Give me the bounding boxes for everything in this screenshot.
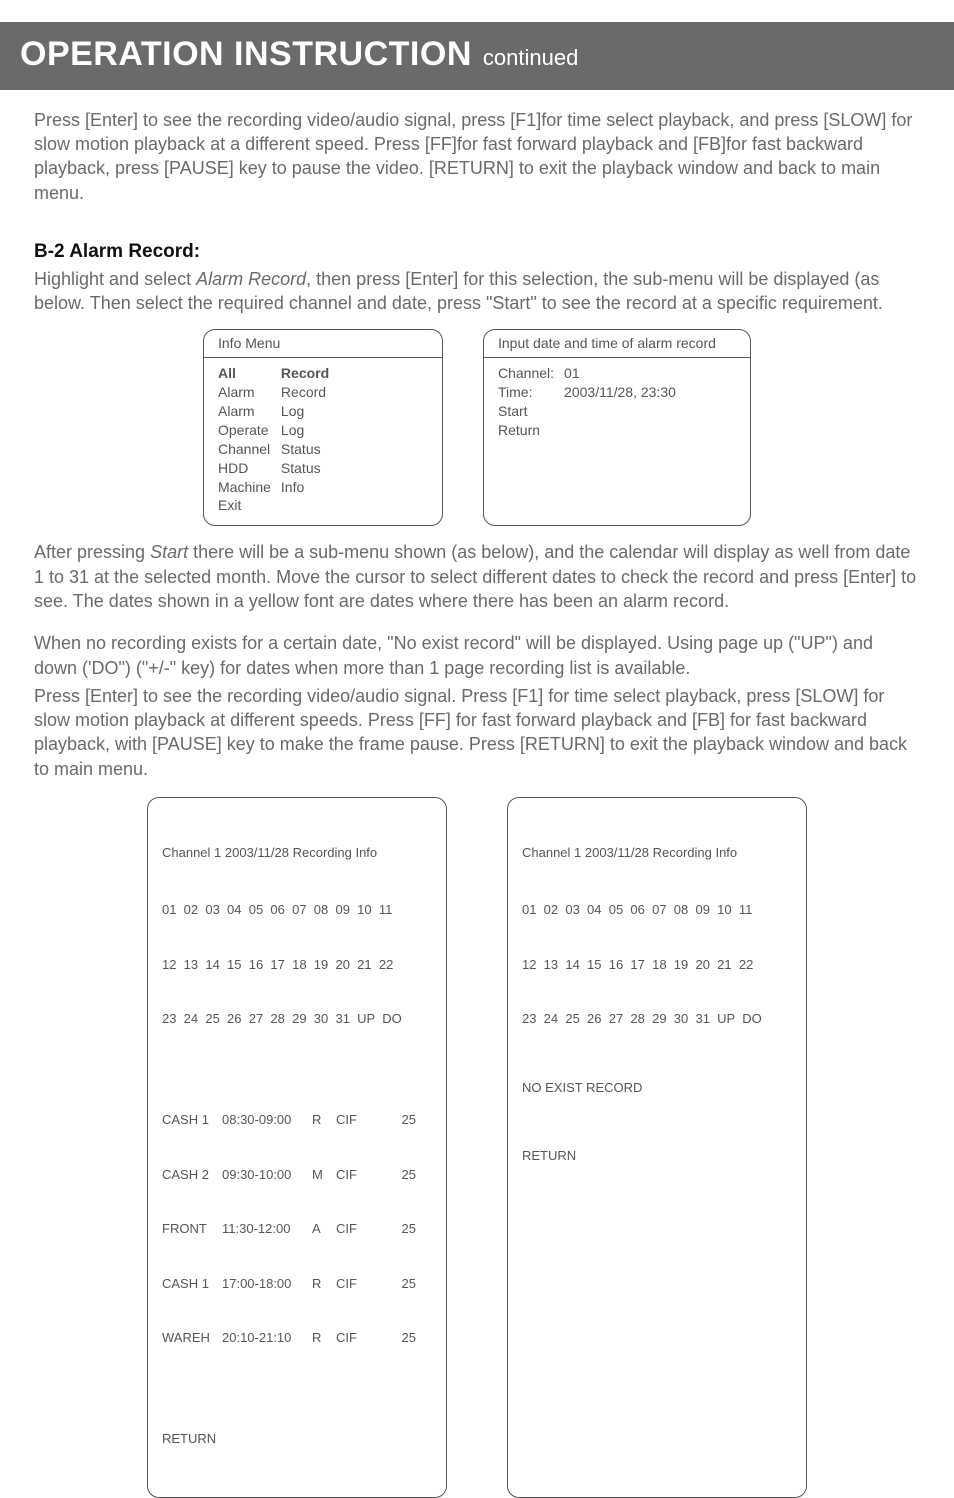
info-menu-left-1: Alarm (218, 383, 271, 402)
lower-row: Channel 1 2003/11/28 Recording Info 01 0… (34, 797, 920, 1498)
cal2-row2: 12 13 14 15 16 17 18 19 20 21 22 (522, 956, 792, 974)
header-title: OPERATION INSTRUCTION (20, 35, 472, 73)
page-header: OPERATION INSTRUCTION continued (0, 22, 954, 90)
para3-italic: Start (150, 542, 188, 562)
rec-3-size: 25 (376, 1275, 416, 1293)
rec-row-3: CASH 1 17:00-18:00 R CIF 25 (162, 1275, 432, 1293)
paragraph-3: After pressing Start there will be a sub… (34, 540, 920, 613)
recording-list-box: Channel 1 2003/11/28 Recording Info 01 0… (147, 797, 447, 1498)
header-subtitle: continued (483, 45, 578, 70)
section-heading-b2: B-2 Alarm Record: (34, 239, 920, 265)
rec-0-size: 25 (376, 1111, 416, 1129)
info-menu-left-4: Channel (218, 440, 271, 459)
input-values-col: 01 2003/11/28, 23:30 (564, 364, 676, 440)
rec-3-fmt: CIF (336, 1275, 376, 1293)
rec-0-time: 08:30-09:00 (222, 1111, 312, 1129)
rec-4-time: 20:10-21:10 (222, 1329, 312, 1347)
no-exist-return: RETURN (522, 1147, 792, 1165)
rec-4-fmt: CIF (336, 1329, 376, 1347)
rec-2-time: 11:30-12:00 (222, 1220, 312, 1238)
cal2-row1: 01 02 03 04 05 06 07 08 09 10 11 (522, 901, 792, 919)
info-menu-right-4: Status (281, 440, 329, 459)
paragraph-4: When no recording exists for a certain d… (34, 631, 920, 680)
recording-list-title: Channel 1 2003/11/28 Recording Info (162, 844, 432, 862)
rec-row-2: FRONT 11:30-12:00 A CIF 25 (162, 1220, 432, 1238)
info-menu-right-3: Log (281, 421, 329, 440)
rec-3-m: R (312, 1275, 336, 1293)
rec-4-loc: WAREH (162, 1329, 222, 1347)
input-label-3: Return (498, 421, 554, 440)
para3-pre: After pressing (34, 542, 150, 562)
para2-pre: Highlight and select (34, 269, 196, 289)
paragraph-2: Highlight and select Alarm Record, then … (34, 267, 920, 316)
recording-table: CASH 1 08:30-09:00 R CIF 25 CASH 2 09:30… (162, 1075, 432, 1384)
info-menu-left-0: All (218, 364, 271, 383)
info-menu-left-3: Operate (218, 421, 271, 440)
info-menu-title: Info Menu (204, 330, 442, 358)
input-label-0: Channel: (498, 364, 554, 383)
info-menu-right-2: Log (281, 402, 329, 421)
rec-2-loc: FRONT (162, 1220, 222, 1238)
info-menu-right-6: Info (281, 478, 329, 497)
info-menu-right-0: Record (281, 364, 329, 383)
rec-3-time: 17:00-18:00 (222, 1275, 312, 1293)
rec-1-fmt: CIF (336, 1166, 376, 1184)
rec-1-m: M (312, 1166, 336, 1184)
cal1-row3: 23 24 25 26 27 28 29 30 31 UP DO (162, 1010, 432, 1028)
paragraph-1: Press [Enter] to see the recording video… (34, 108, 920, 205)
input-value-0: 01 (564, 364, 676, 383)
input-label-1: Time: (498, 383, 554, 402)
rec-row-0: CASH 1 08:30-09:00 R CIF 25 (162, 1111, 432, 1129)
info-menu-left-5: HDD (218, 459, 271, 478)
rec-0-loc: CASH 1 (162, 1111, 222, 1129)
input-value-1: 2003/11/28, 23:30 (564, 383, 676, 402)
recording-list-return: RETURN (162, 1430, 432, 1448)
paragraph-5: Press [Enter] to see the recording video… (34, 684, 920, 781)
input-label-2: Start (498, 402, 554, 421)
rec-2-size: 25 (376, 1220, 416, 1238)
cal2-row3: 23 24 25 26 27 28 29 30 31 UP DO (522, 1010, 792, 1028)
input-labels-col: Channel: Time: Start Return (498, 364, 554, 440)
info-menu-right-col: Record Record Log Log Status Status Info (281, 364, 329, 515)
rec-4-size: 25 (376, 1329, 416, 1347)
rec-row-1: CASH 2 09:30-10:00 M CIF 25 (162, 1166, 432, 1184)
rec-0-fmt: CIF (336, 1111, 376, 1129)
info-menu-box: Info Menu All Alarm Alarm Operate Channe… (203, 329, 443, 526)
rec-4-m: R (312, 1329, 336, 1347)
rec-0-m: R (312, 1111, 336, 1129)
rec-2-m: A (312, 1220, 336, 1238)
rec-1-time: 09:30-10:00 (222, 1166, 312, 1184)
rec-3-loc: CASH 1 (162, 1275, 222, 1293)
no-exist-title: Channel 1 2003/11/28 Recording Info (522, 844, 792, 862)
input-datetime-box: Input date and time of alarm record Chan… (483, 329, 751, 526)
no-exist-record: NO EXIST RECORD (522, 1079, 792, 1097)
info-menu-left-7: Exit (218, 496, 271, 515)
rec-1-size: 25 (376, 1166, 416, 1184)
info-menu-right-1: Record (281, 383, 329, 402)
info-menu-left-2: Alarm (218, 402, 271, 421)
input-datetime-title: Input date and time of alarm record (484, 330, 750, 358)
cal1-row1: 01 02 03 04 05 06 07 08 09 10 11 (162, 901, 432, 919)
rec-row-4: WAREH 20:10-21:10 R CIF 25 (162, 1329, 432, 1347)
rec-1-loc: CASH 2 (162, 1166, 222, 1184)
menu-row: Info Menu All Alarm Alarm Operate Channe… (34, 329, 920, 526)
content-area: Press [Enter] to see the recording video… (0, 90, 954, 1498)
info-menu-right-5: Status (281, 459, 329, 478)
no-exist-box: Channel 1 2003/11/28 Recording Info 01 0… (507, 797, 807, 1498)
info-menu-left-col: All Alarm Alarm Operate Channel HDD Mach… (218, 364, 271, 515)
info-menu-left-6: Machine (218, 478, 271, 497)
rec-2-fmt: CIF (336, 1220, 376, 1238)
cal1-row2: 12 13 14 15 16 17 18 19 20 21 22 (162, 956, 432, 974)
para2-italic: Alarm Record (196, 269, 306, 289)
